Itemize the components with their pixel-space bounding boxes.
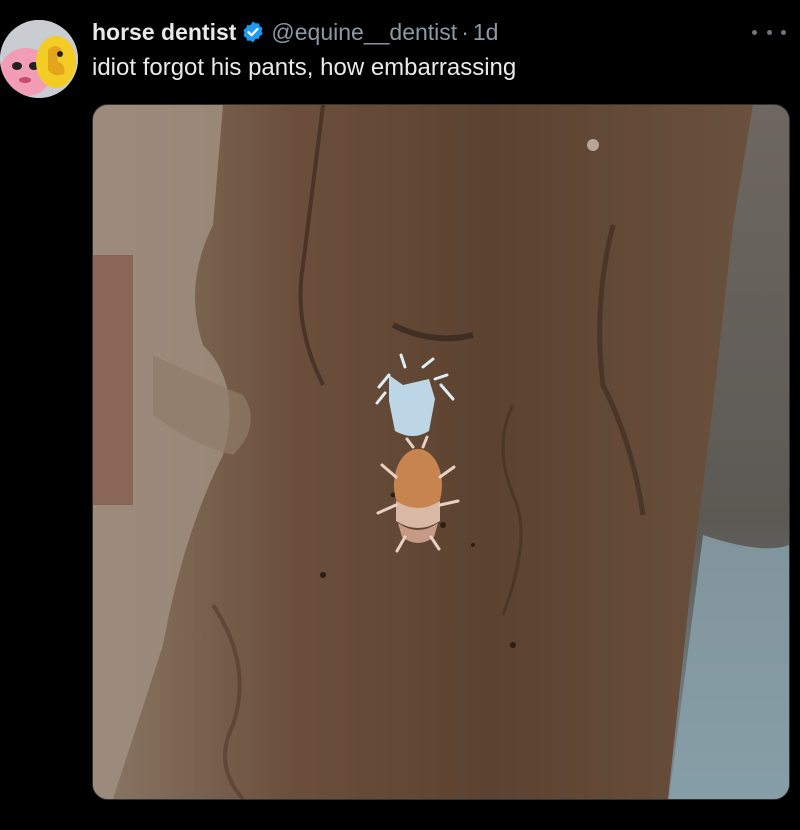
photo-isopod-on-bark	[93, 105, 789, 799]
display-name[interactable]: horse dentist	[92, 19, 236, 46]
separator-dot: ·	[461, 18, 469, 45]
timestamp[interactable]: 1d	[473, 19, 499, 46]
more-options-icon[interactable]	[752, 22, 786, 42]
tweet: horse dentist @equine__dentist · 1d idio…	[0, 0, 800, 830]
avatar[interactable]	[0, 20, 78, 98]
verified-badge-icon	[241, 20, 265, 44]
tweet-media-photo[interactable]	[92, 104, 790, 800]
tweet-header: horse dentist @equine__dentist · 1d	[92, 16, 498, 48]
avatar-image	[0, 20, 78, 98]
tweet-text: idiot forgot his pants, how embarrassing	[92, 54, 517, 81]
user-handle[interactable]: @equine__dentist	[271, 19, 457, 46]
